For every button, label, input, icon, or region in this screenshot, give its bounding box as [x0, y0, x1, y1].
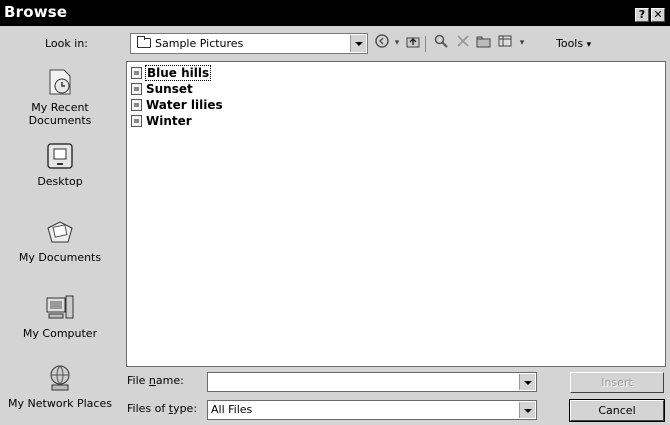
folder-icon	[137, 36, 151, 48]
look-in-label: Look in:	[45, 37, 88, 50]
list-item[interactable]: Blue hills	[131, 65, 212, 81]
help-button[interactable]: ?	[635, 8, 649, 22]
file-type-value: All Files	[211, 403, 253, 416]
look-in-dropdown[interactable]: Sample Pictures	[130, 33, 368, 54]
place-my-recent-documents[interactable]: My Recent Documents	[4, 66, 116, 127]
my-documents-icon	[47, 221, 73, 243]
place-my-network-places[interactable]: My Network Places	[4, 362, 116, 410]
file-type-label-post: ype:	[173, 402, 198, 415]
views-icon[interactable]	[496, 33, 514, 53]
look-in-value: Sample Pictures	[155, 37, 244, 50]
file-list[interactable]: Blue hills Sunset Water lilies Winter	[126, 61, 666, 367]
file-name-label-post: ame:	[155, 374, 184, 387]
picture-file-icon	[131, 83, 142, 95]
up-folder-icon[interactable]	[404, 33, 422, 53]
tools-dropdown-icon: ▾	[586, 40, 592, 50]
file-name-field[interactable]	[207, 372, 537, 392]
file-name-label: File name:	[127, 374, 184, 387]
window-title: Browse	[4, 3, 68, 21]
look-in-label-text: Look in:	[45, 37, 88, 50]
recent-documents-icon	[49, 69, 71, 95]
place-label: My Recent Documents	[28, 101, 92, 127]
new-folder-icon[interactable]	[475, 33, 493, 53]
list-item[interactable]: Water lilies	[131, 97, 223, 113]
file-name: Winter	[146, 114, 192, 128]
my-computer-icon	[46, 295, 74, 319]
chevron-down-icon[interactable]	[519, 374, 535, 390]
list-item[interactable]: Winter	[131, 113, 192, 129]
place-my-computer[interactable]: My Computer	[4, 292, 116, 340]
insert-button[interactable]: Insert	[570, 372, 664, 393]
network-places-icon	[50, 365, 70, 391]
tools-menu[interactable]: Tools ▾	[556, 37, 591, 50]
views-dropdown-icon[interactable]: ▾	[513, 33, 531, 53]
picture-file-icon	[131, 67, 142, 79]
place-desktop[interactable]: Desktop	[4, 140, 116, 188]
file-name: Blue hills	[144, 65, 212, 81]
file-type-label-pre: Files of	[127, 402, 169, 415]
tools-label: Tools	[556, 37, 584, 50]
file-name-label-pre: File	[127, 374, 149, 387]
picture-file-icon	[131, 115, 142, 127]
cancel-button[interactable]: Cancel	[569, 399, 665, 422]
place-my-documents[interactable]: My Documents	[4, 216, 116, 264]
toolbar-separator	[425, 36, 426, 52]
file-name: Water lilies	[146, 98, 223, 112]
chevron-down-icon[interactable]	[350, 35, 366, 52]
chevron-down-icon[interactable]	[519, 402, 535, 418]
file-name: Sunset	[146, 82, 193, 96]
place-label: My Documents	[18, 251, 102, 264]
close-button[interactable]: ✕	[651, 8, 665, 22]
place-label: My Computer	[22, 327, 98, 340]
title-bar: Browse ? ✕	[0, 0, 670, 26]
places-bar: My Recent Documents Desktop My Documents…	[0, 60, 120, 422]
file-name-label-accel: n	[148, 374, 156, 387]
picture-file-icon	[131, 99, 142, 111]
place-label: My Network Places	[8, 397, 112, 410]
desktop-icon	[47, 143, 73, 169]
list-item[interactable]: Sunset	[131, 81, 193, 97]
file-type-dropdown[interactable]: All Files	[207, 400, 537, 420]
delete-icon[interactable]	[454, 33, 472, 53]
browse-dialog: Browse ? ✕ Look in: Sample Pictures ▾ ▾ …	[0, 0, 670, 425]
search-web-icon[interactable]	[432, 33, 450, 53]
place-label: Desktop	[37, 175, 83, 188]
file-type-label: Files of type:	[127, 402, 197, 415]
